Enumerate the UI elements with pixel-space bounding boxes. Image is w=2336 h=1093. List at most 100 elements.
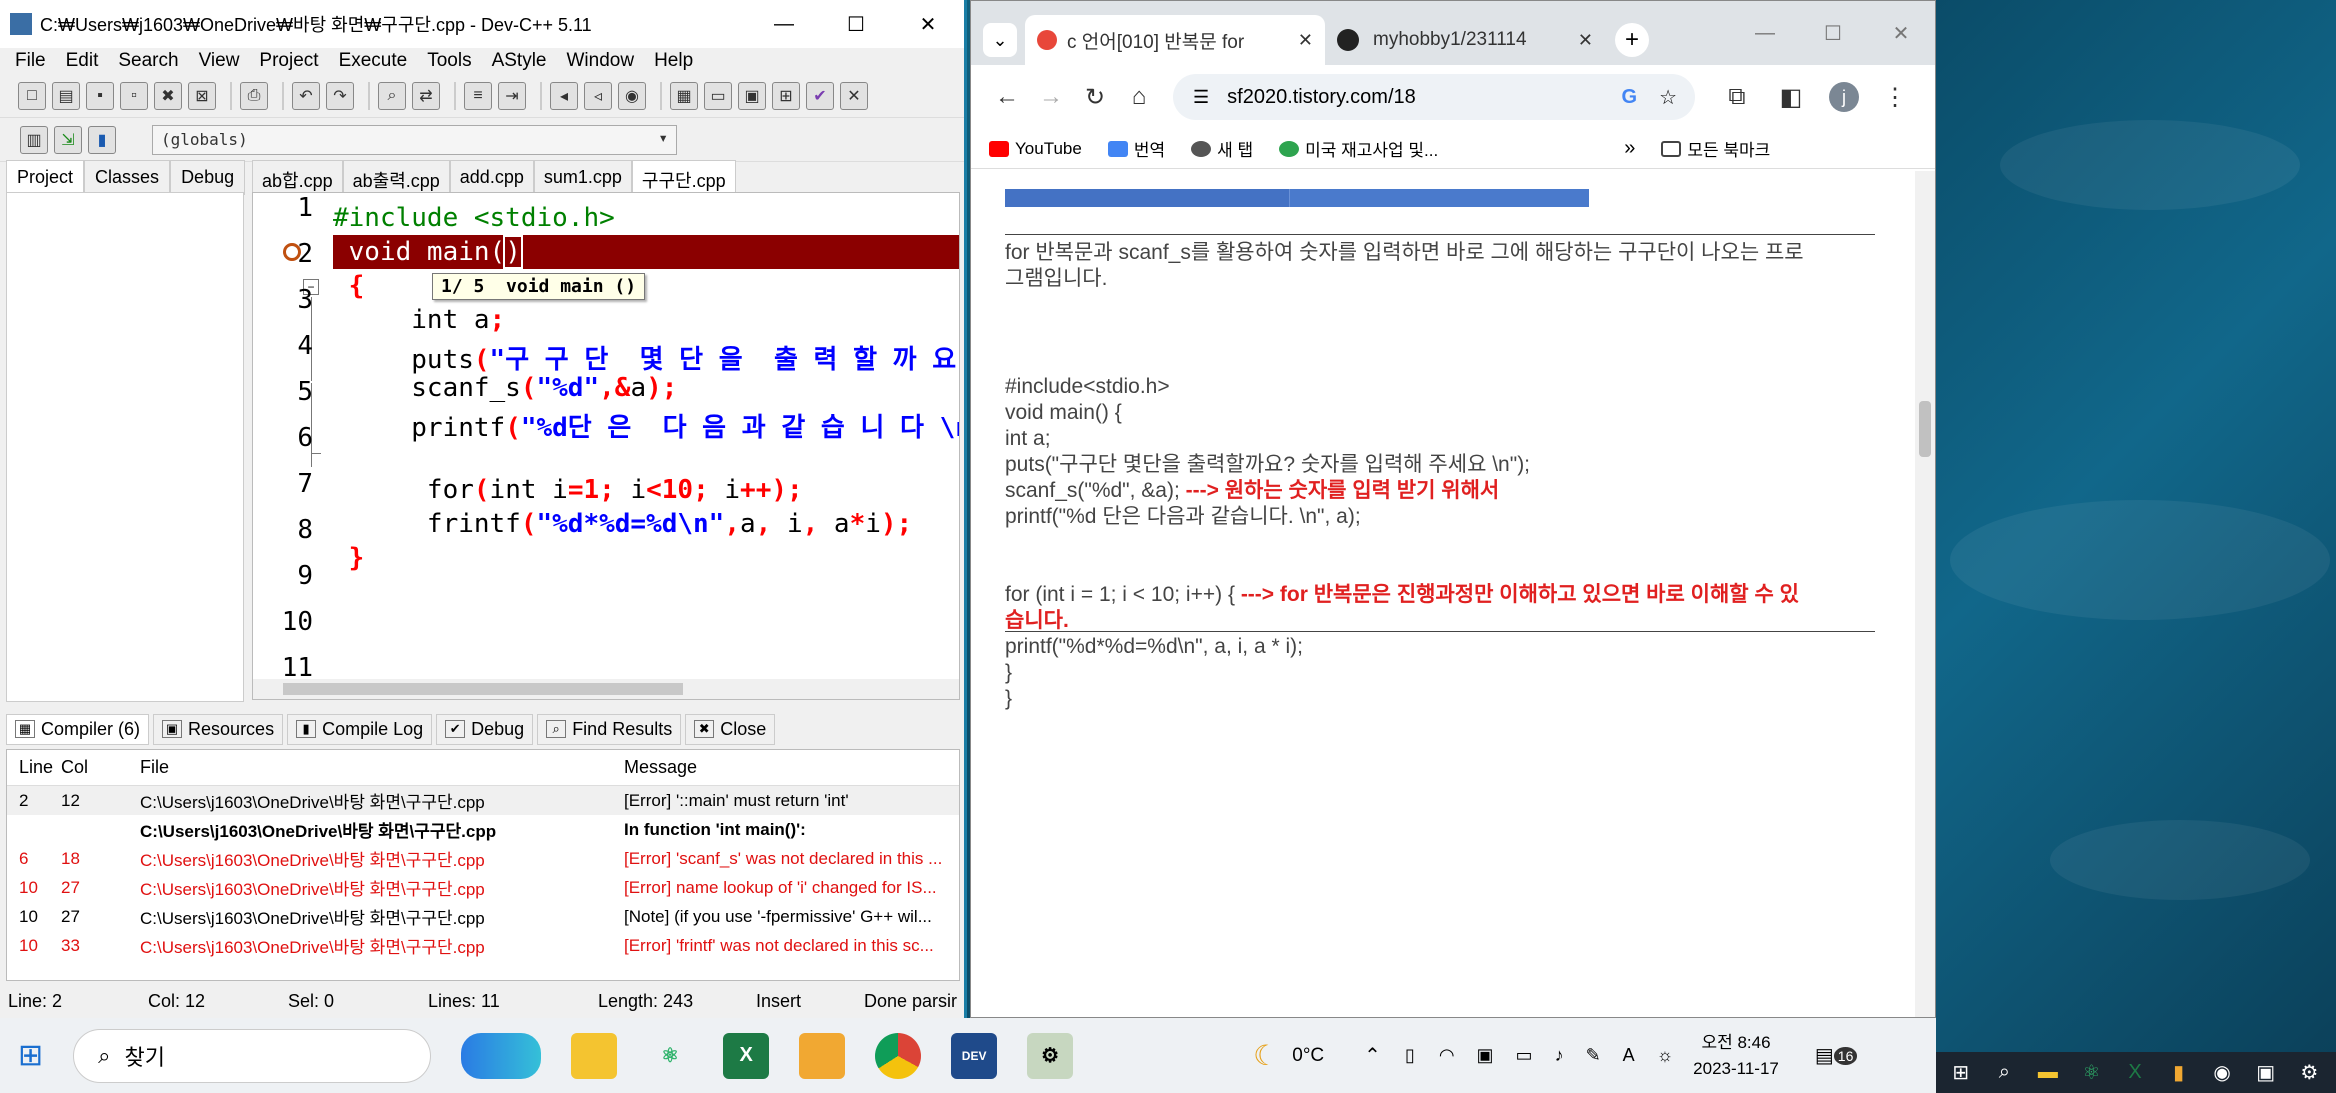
google-lens-icon[interactable]: G bbox=[1622, 86, 1638, 109]
menu-window[interactable]: Window bbox=[567, 50, 635, 72]
forward-icon[interactable]: → bbox=[1029, 83, 1073, 111]
extensions-icon[interactable]: ⧉ bbox=[1715, 83, 1759, 111]
font-icon[interactable]: A bbox=[1623, 1045, 1635, 1066]
save-all-icon[interactable]: ▫ bbox=[120, 81, 148, 110]
scroll-thumb[interactable] bbox=[283, 683, 683, 695]
reload-icon[interactable]: ↻ bbox=[1073, 83, 1117, 112]
tools-app-icon[interactable]: ⚙ bbox=[1027, 1032, 1074, 1079]
stop-icon[interactable]: ✕ bbox=[840, 81, 868, 110]
redo-icon[interactable]: ↷ bbox=[326, 81, 354, 110]
print-icon[interactable]: ⎙ bbox=[240, 81, 268, 110]
site-info-icon[interactable]: ☰ bbox=[1193, 87, 1209, 108]
table-row[interactable]: 2 12 C:\Users\j1603\OneDrive\바탕 화면\구구단.cpp… bbox=[7, 786, 959, 815]
tab-debug-bottom[interactable]: ✔ Debug bbox=[436, 713, 534, 745]
menu-help[interactable]: Help bbox=[654, 50, 693, 72]
bookmarks-overflow-icon[interactable]: » bbox=[1624, 137, 1635, 160]
class-browser-icon[interactable]: ▣ bbox=[738, 81, 766, 110]
close-file-icon[interactable]: ✖ bbox=[154, 81, 182, 110]
menu-project[interactable]: Project bbox=[259, 50, 318, 72]
table-row[interactable]: C:\Users\j1603\OneDrive\바탕 화면\구구단.cpp In … bbox=[7, 815, 959, 844]
search-icon[interactable]: ⌕ bbox=[1988, 1059, 2022, 1087]
open-file-icon[interactable]: ▤ bbox=[52, 81, 80, 110]
back-icon[interactable]: ← bbox=[985, 83, 1029, 111]
menu-execute[interactable]: Execute bbox=[339, 50, 408, 72]
volume-icon[interactable]: ♪ bbox=[1555, 1045, 1564, 1066]
globals-selector[interactable]: (globals) bbox=[152, 124, 677, 155]
page-vscrollbar[interactable] bbox=[1915, 171, 1935, 1017]
col-header-message[interactable]: Message bbox=[616, 757, 959, 778]
editor-hscrollbar[interactable] bbox=[253, 679, 959, 699]
replace-icon[interactable]: ⇄ bbox=[412, 81, 440, 110]
menu-edit[interactable]: Edit bbox=[66, 50, 99, 72]
col-header-col[interactable]: Col bbox=[49, 757, 132, 778]
tray-app-icon[interactable]: ▣ bbox=[1477, 1045, 1494, 1066]
find-icon[interactable]: ⌕ bbox=[378, 81, 406, 110]
bookmark-youtube[interactable]: YouTube bbox=[989, 139, 1082, 159]
all-bookmarks[interactable]: 모든 북마크 bbox=[1661, 136, 1770, 161]
weather-icon[interactable]: ☾ bbox=[1253, 1039, 1278, 1072]
chrome-icon[interactable]: ◉ bbox=[2205, 1059, 2239, 1087]
menu-tools[interactable]: Tools bbox=[427, 50, 471, 72]
code-editor[interactable]: − 1 2 3 4 5 6 7 8 9 10 11 #include <stdi… bbox=[252, 192, 960, 700]
close-button[interactable]: ✕ bbox=[892, 0, 964, 48]
browser-tab[interactable]: myhobby1/231114 ✕ bbox=[1325, 15, 1605, 65]
project-options-icon[interactable]: ▭ bbox=[704, 81, 732, 110]
tab-project[interactable]: Project bbox=[6, 160, 85, 195]
new-file-icon[interactable]: □ bbox=[18, 81, 46, 110]
menu-astyle[interactable]: AStyle bbox=[492, 50, 547, 72]
devcpp-taskbar-icon[interactable]: DEV bbox=[951, 1032, 998, 1079]
bookmark-star-icon[interactable]: ☆ bbox=[1659, 85, 1677, 110]
compile-icon[interactable]: ▥ bbox=[20, 125, 48, 154]
menu-kebab-icon[interactable]: ⋮ bbox=[1873, 83, 1917, 112]
bookmark-stock[interactable]: 미국 재고사업 및... bbox=[1279, 136, 1438, 161]
notes-app-icon[interactable] bbox=[799, 1032, 846, 1079]
wifi-icon[interactable]: ◠ bbox=[1439, 1045, 1455, 1066]
excel-icon[interactable]: X bbox=[2118, 1059, 2152, 1087]
minimize-button[interactable]: — bbox=[1731, 1, 1799, 65]
windows-start-icon[interactable]: ⊞ bbox=[18, 1038, 43, 1073]
excel-icon[interactable]: X bbox=[723, 1032, 770, 1079]
tab-find-results[interactable]: ⌕ Find Results bbox=[537, 713, 682, 745]
file-explorer-icon[interactable]: ▬ bbox=[2031, 1059, 2065, 1087]
table-row[interactable]: 6 18 C:\Users\j1603\OneDrive\바탕 화면\구구단.cpp… bbox=[7, 844, 959, 873]
file-explorer-icon[interactable] bbox=[571, 1032, 618, 1079]
battery-icon[interactable]: ▭ bbox=[1516, 1045, 1533, 1066]
copilot-icon[interactable] bbox=[461, 1032, 542, 1079]
home-icon[interactable]: ⌂ bbox=[1117, 83, 1161, 111]
chrome-icon[interactable] bbox=[875, 1032, 922, 1079]
notifications-icon[interactable]: ▤ bbox=[1815, 1043, 1834, 1068]
browser-tab-active[interactable]: c 언어[010] 반복문 for ✕ bbox=[1025, 15, 1325, 65]
comment-icon[interactable]: ◉ bbox=[618, 81, 646, 110]
goto-line-icon[interactable]: ≡ bbox=[464, 81, 492, 110]
menu-view[interactable]: View bbox=[199, 50, 240, 72]
col-header-line[interactable]: Line bbox=[7, 757, 53, 778]
table-row[interactable]: 10 27 C:\Users\j1603\OneDrive\바탕 화면\구구단.cp… bbox=[7, 902, 959, 931]
col-header-file[interactable]: File bbox=[132, 757, 616, 778]
tab-search-button[interactable]: ⌄ bbox=[983, 23, 1017, 57]
atom-icon[interactable]: ⚛ bbox=[2075, 1059, 2109, 1087]
tile-windows-icon[interactable]: ⊞ bbox=[772, 81, 800, 110]
tray-chevron-icon[interactable]: ⌃ bbox=[1364, 1043, 1381, 1068]
close-all-icon[interactable]: ⊠ bbox=[188, 81, 216, 110]
notes-app-icon[interactable]: ▮ bbox=[2162, 1059, 2196, 1087]
tab-compile-log[interactable]: ▮ Compile Log bbox=[287, 713, 433, 745]
new-project-icon[interactable]: ▦ bbox=[670, 81, 698, 110]
table-row[interactable]: 10 33 C:\Users\j1603\OneDrive\바탕 화면\구구단.cp… bbox=[7, 931, 959, 960]
clock[interactable]: 오전 8:46 2023-11-17 bbox=[1693, 1030, 1779, 1082]
tab-classes[interactable]: Classes bbox=[84, 160, 171, 195]
new-tab-button[interactable]: + bbox=[1615, 23, 1649, 57]
compile-run-icon[interactable]: ▮ bbox=[88, 125, 116, 154]
check-syntax-icon[interactable]: ✔ bbox=[806, 81, 834, 110]
windows-start-icon[interactable]: ⊞ bbox=[1944, 1059, 1978, 1087]
address-bar[interactable]: ☰ sf2020.tistory.com/18 G ☆ bbox=[1173, 74, 1695, 120]
menu-file[interactable]: File bbox=[15, 50, 46, 72]
indent-icon[interactable]: ◂ bbox=[550, 81, 578, 110]
menu-search[interactable]: Search bbox=[118, 50, 178, 72]
close-tab-icon[interactable]: ✕ bbox=[1298, 30, 1313, 51]
pen-icon[interactable]: ✎ bbox=[1586, 1045, 1601, 1066]
save-icon[interactable]: ▪ bbox=[86, 81, 114, 110]
table-row[interactable]: 10 27 C:\Users\j1603\OneDrive\바탕 화면\구구단.cp… bbox=[7, 873, 959, 902]
unindent-icon[interactable]: ◃ bbox=[584, 81, 612, 110]
tools-app-icon[interactable]: ⚙ bbox=[2293, 1059, 2327, 1087]
bookmark-translate[interactable]: 번역 bbox=[1107, 136, 1165, 161]
